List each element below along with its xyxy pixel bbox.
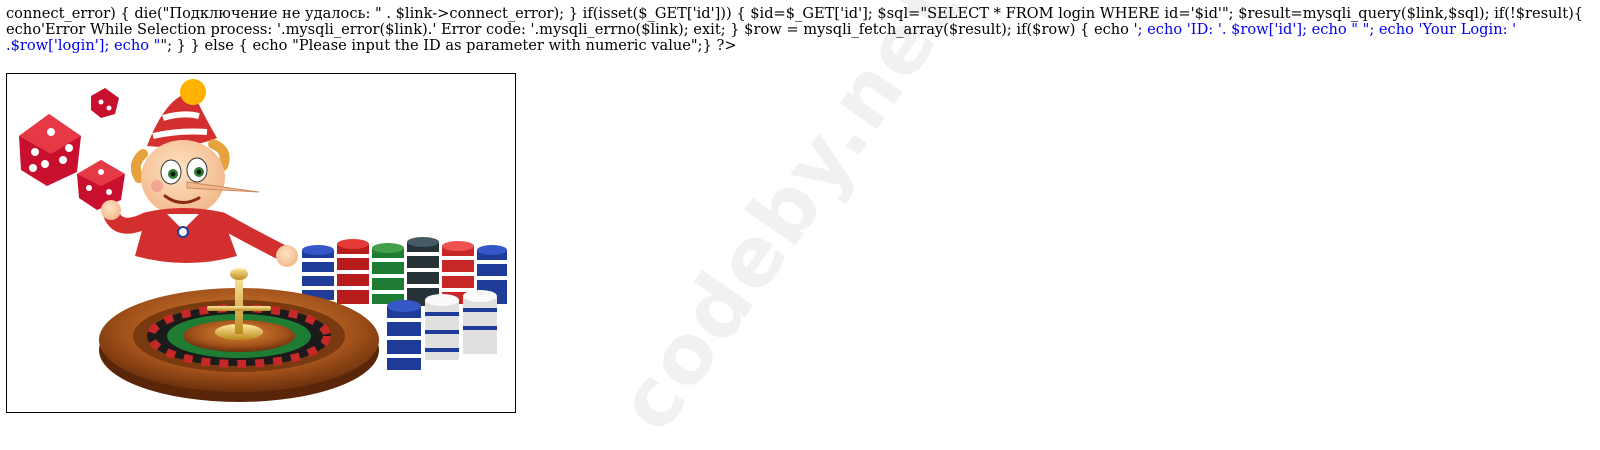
pinocchio-character xyxy=(101,79,298,267)
red-dice-small xyxy=(91,88,119,118)
php-source-leak-text: connect_error) { die("Подключение не уда… xyxy=(6,6,1592,54)
casino-banner-illustration xyxy=(19,79,507,402)
php-code-tail-text: "; } } else { echo "Please input the ID … xyxy=(160,37,737,54)
casino-banner-image xyxy=(6,73,516,413)
watermark-text: codeby.net xyxy=(599,0,981,449)
red-dice-medium xyxy=(77,160,125,210)
red-dice-large xyxy=(19,114,81,186)
